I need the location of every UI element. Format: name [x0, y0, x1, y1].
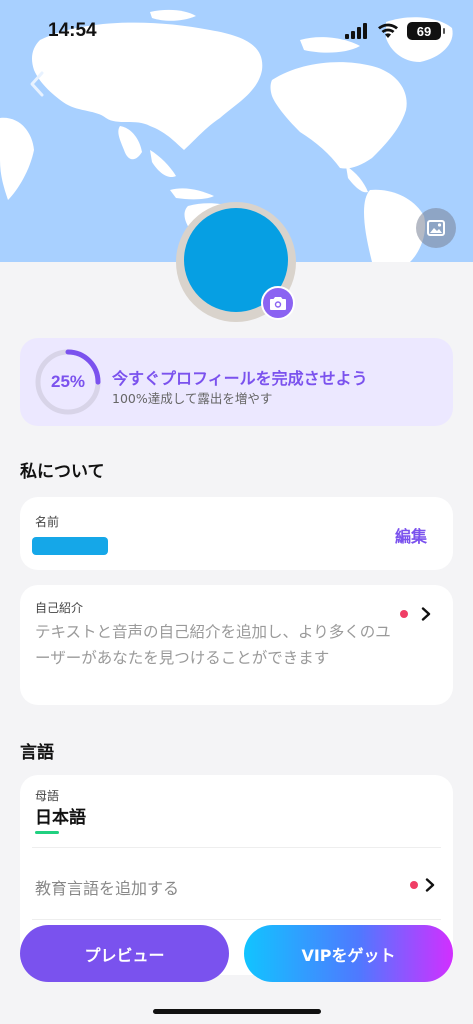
- native-language-label: 母語: [35, 789, 60, 803]
- signal-icon: [345, 23, 367, 39]
- profile-completion-card[interactable]: 25% 今すぐプロフィールを完成させよう 100%達成して露出を増やす: [20, 338, 453, 426]
- notification-dot: [410, 881, 418, 889]
- progress-title: 今すぐプロフィールを完成させよう: [112, 369, 368, 388]
- battery-indicator: 69: [407, 22, 445, 40]
- progress-subtitle: 100%達成して露出を増やす: [112, 391, 273, 406]
- native-language-value: 日本語: [35, 808, 86, 828]
- divider: [32, 847, 441, 848]
- intro-placeholder: テキストと音声の自己紹介を追加し、より多くのユーザーがあなたを見つけることができ…: [35, 623, 391, 667]
- divider: [32, 919, 441, 920]
- about-section-title: 私について: [20, 462, 105, 482]
- wifi-icon: [378, 23, 398, 38]
- edit-name-button[interactable]: 編集: [395, 523, 427, 547]
- add-learning-language-button[interactable]: 教育言語を追加する: [35, 875, 179, 899]
- battery-level: 69: [416, 23, 432, 39]
- name-label: 名前: [35, 515, 60, 529]
- preview-button[interactable]: プレビュー: [20, 925, 229, 982]
- notification-dot: [400, 610, 408, 618]
- name-card[interactable]: 名前 編集: [20, 497, 453, 570]
- name-value-redacted: [32, 537, 108, 555]
- progress-percent: 25%: [50, 372, 86, 391]
- chevron-right-icon: [421, 607, 431, 621]
- get-vip-button[interactable]: VIPをゲット: [244, 925, 453, 982]
- camera-icon: [270, 296, 286, 310]
- image-icon: [427, 220, 445, 236]
- self-intro-card[interactable]: 自己紹介 テキストと音声の自己紹介を追加し、より多くのユーザーがあなたを見つける…: [20, 585, 453, 705]
- chevron-right-icon: [425, 878, 435, 892]
- status-time: 14:54: [48, 20, 97, 41]
- intro-label: 自己紹介: [35, 601, 84, 615]
- status-icons: 69: [345, 22, 445, 40]
- language-section-title: 言語: [20, 743, 54, 763]
- status-bar: 14:54 69: [0, 0, 473, 60]
- native-language-underline: [35, 831, 59, 834]
- back-chevron-icon[interactable]: [26, 70, 50, 98]
- change-avatar-button[interactable]: [261, 286, 295, 320]
- home-indicator: [153, 1009, 321, 1014]
- change-cover-button[interactable]: [416, 208, 456, 248]
